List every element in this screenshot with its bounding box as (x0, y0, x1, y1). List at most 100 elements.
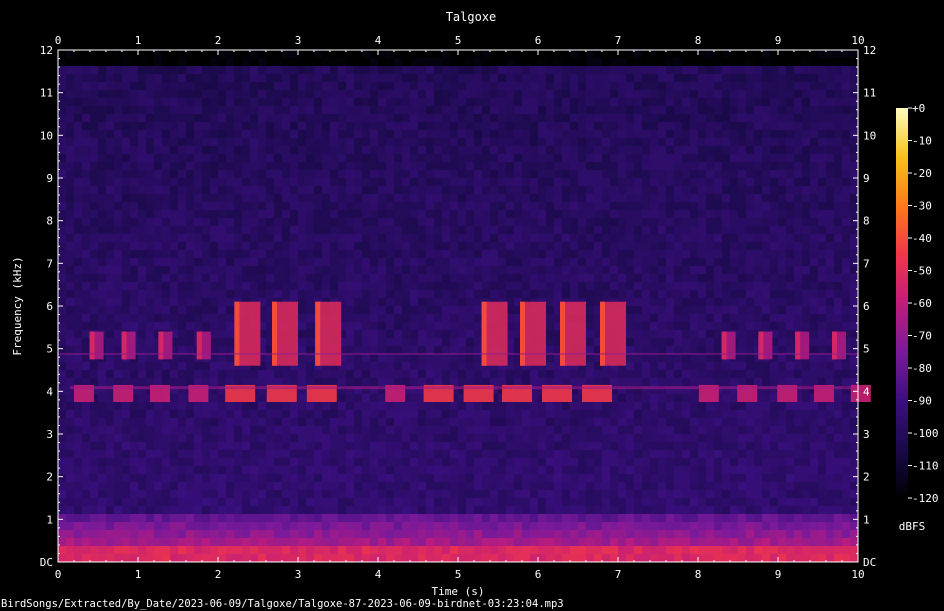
spectrogram-cell (138, 338, 146, 346)
spectrogram-cell (410, 90, 418, 98)
spectrogram-cell (202, 202, 210, 210)
spectrogram-cell (466, 258, 474, 266)
spectrogram-cell (226, 274, 234, 282)
spectrogram-cell (794, 258, 802, 266)
spectrogram-cell (842, 290, 850, 298)
spectrogram-cell (138, 226, 146, 234)
spectrogram-cell (306, 290, 314, 298)
spectrogram-cell (714, 210, 722, 218)
spectrogram-cell (690, 418, 698, 426)
spectrogram-cell (770, 306, 778, 314)
spectrogram-cell (842, 306, 850, 314)
spectrogram-cell (338, 250, 346, 258)
spectrogram-cell (642, 258, 650, 266)
spectrogram-cell (490, 50, 498, 58)
spectrogram-cell (826, 202, 834, 210)
spectrogram-cell (242, 258, 250, 266)
spectrogram-cell (394, 114, 402, 122)
spectrogram-cell (186, 66, 194, 74)
spectrogram-cell (58, 210, 66, 218)
spectrogram-cell (562, 234, 570, 242)
spectrogram-cell (106, 322, 114, 330)
spectrogram-cell (146, 178, 154, 186)
spectrogram-cell (570, 266, 578, 274)
spectrogram-cell (794, 418, 802, 426)
spectrogram-cell (602, 98, 610, 106)
spectrogram-cell (490, 210, 498, 218)
spectrogram-cell (642, 82, 650, 90)
spectrogram-cell (98, 66, 106, 74)
spectrogram-cell (682, 66, 690, 74)
spectrogram-cell (442, 82, 450, 90)
spectrogram-cell (354, 402, 362, 410)
spectrogram-cell (266, 282, 274, 290)
spectrogram-cell (322, 410, 330, 418)
spectrogram-cell (666, 50, 674, 58)
spectrogram-cell (258, 418, 266, 426)
spectrogram-cell (242, 202, 250, 210)
spectrogram-cell (338, 82, 346, 90)
spectrogram-cell (834, 74, 842, 82)
spectrogram-cell (722, 122, 730, 130)
spectrogram-cell (250, 194, 258, 202)
spectrogram-cell (626, 298, 634, 306)
spectrogram-cell (394, 50, 402, 58)
spectrogram-cell (138, 242, 146, 250)
spectrogram-cell (610, 114, 618, 122)
spectrogram-cell (802, 90, 810, 98)
spectrogram-cell (186, 186, 194, 194)
spectrogram-cell (690, 362, 698, 370)
spectrogram-cell (706, 410, 714, 418)
spectrogram-cell (434, 378, 442, 386)
spectrogram-cell (850, 162, 858, 170)
spectrogram-cell (794, 162, 802, 170)
spectrogram-cell (794, 362, 802, 370)
spectrogram-cell (642, 362, 650, 370)
spectrogram-cell (402, 298, 410, 306)
spectrogram-cell (178, 130, 186, 138)
spectrogram-cell (794, 226, 802, 234)
spectrogram-cell (826, 194, 834, 202)
spectrogram-cell (530, 370, 538, 378)
spectrogram-cell (114, 266, 122, 274)
spectrogram-cell (90, 442, 98, 450)
spectrogram-cell (386, 114, 394, 122)
spectrogram-cell (642, 114, 650, 122)
spectrogram-cell (178, 410, 186, 418)
spectrogram-cell (338, 426, 346, 434)
spectrogram-cell (450, 122, 458, 130)
spectrogram-cell (674, 314, 682, 322)
spectrogram-cell (186, 250, 194, 258)
spectrogram-cell (618, 282, 626, 290)
spectrogram-cell (194, 362, 202, 370)
spectrogram-cell (650, 338, 658, 346)
spectrogram-cell (410, 378, 418, 386)
spectrogram-cell (554, 90, 562, 98)
spectrogram-cell (810, 154, 818, 162)
spectrogram-cell (442, 298, 450, 306)
spectrogram-cell (650, 266, 658, 274)
spectrogram-cell (554, 82, 562, 90)
spectrogram-cell (402, 266, 410, 274)
spectrogram-cell (842, 242, 850, 250)
spectrogram-cell (314, 114, 322, 122)
spectrogram-cell (386, 338, 394, 346)
spectrogram-cell (626, 426, 634, 434)
spectrogram-cell (802, 378, 810, 386)
spectrogram-cell (178, 442, 186, 450)
spectrogram-cell (642, 410, 650, 418)
spectrogram-cell (554, 74, 562, 82)
spectrogram-cell (82, 66, 90, 74)
spectrogram-cell (282, 426, 290, 434)
spectrogram-cell (570, 90, 578, 98)
spectrogram-cell (626, 194, 634, 202)
spectrogram-cell (58, 306, 66, 314)
spectrogram-cell (138, 410, 146, 418)
spectrogram-cell (338, 282, 346, 290)
spectrogram-cell (346, 114, 354, 122)
spectrogram-cell (834, 258, 842, 266)
spectrogram-cell (178, 298, 186, 306)
spectrogram-cell (378, 130, 386, 138)
spectrogram-cell (754, 442, 762, 450)
spectrogram-cell (218, 250, 226, 258)
